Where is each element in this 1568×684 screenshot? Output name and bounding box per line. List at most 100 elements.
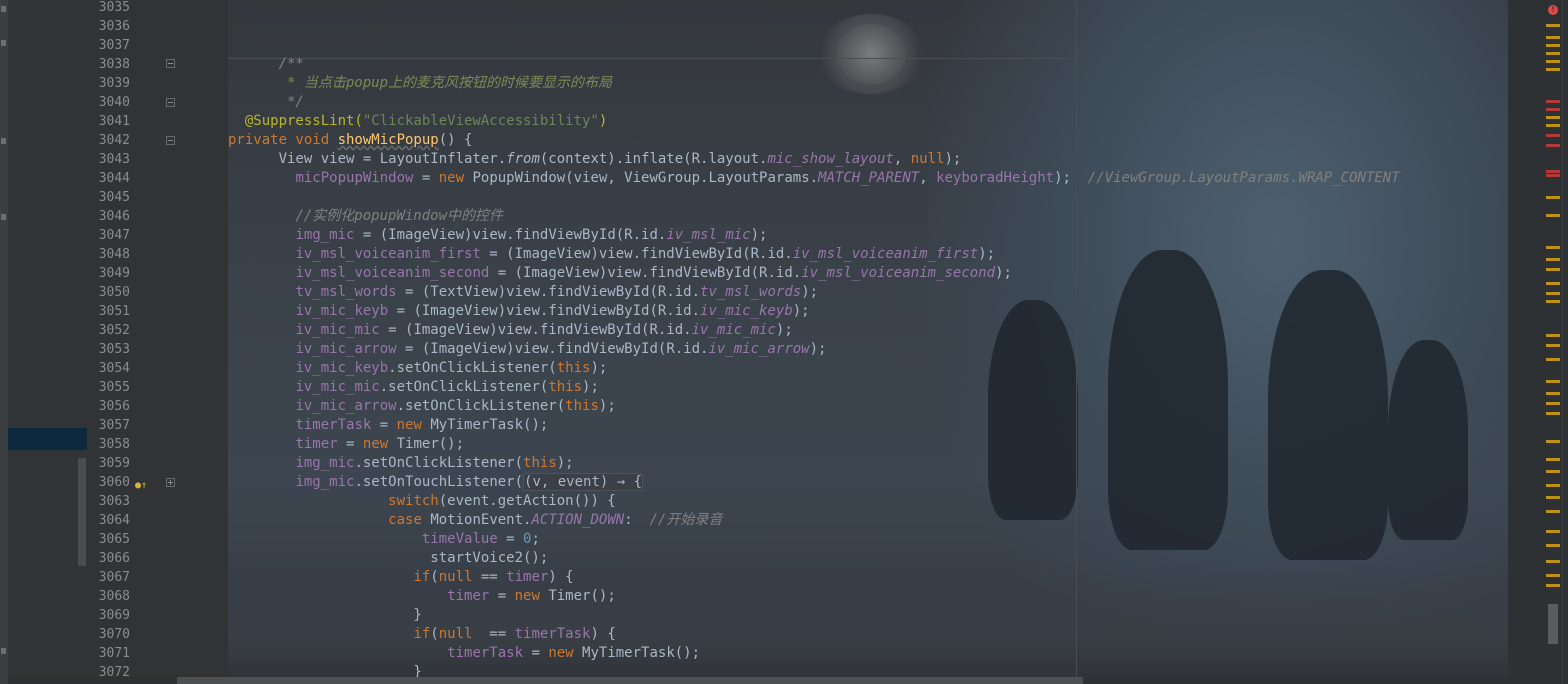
code-line[interactable]: img_mic = (ImageView)view.findViewById(R… xyxy=(228,226,1508,245)
code-token: (event.getAction()) { xyxy=(438,493,616,509)
stripe-marker[interactable] xyxy=(1546,470,1560,473)
code-line[interactable]: iv_msl_voiceanim_second = (ImageView)vie… xyxy=(228,264,1508,283)
code-line[interactable]: timer = new Timer(); xyxy=(228,435,1508,454)
code-line[interactable]: } xyxy=(228,606,1508,625)
code-lines[interactable]: /** * 当点击popup上的麦克风按钮的时候要显示的布局 */ @Suppr… xyxy=(228,0,1508,682)
stripe-marker[interactable] xyxy=(1546,196,1560,199)
stripe-marker[interactable] xyxy=(1546,412,1560,415)
code-line[interactable]: iv_msl_voiceanim_first = (ImageView)view… xyxy=(228,245,1508,264)
stripe-marker[interactable] xyxy=(1546,134,1560,137)
code-line[interactable]: iv_mic_arrow.setOnClickListener(this); xyxy=(228,397,1508,416)
stripe-marker[interactable] xyxy=(1546,268,1560,271)
stripe-marker[interactable] xyxy=(1546,36,1560,39)
stripe-marker[interactable] xyxy=(1546,334,1560,337)
code-token: = (TextView)view.findViewById(R.id. xyxy=(396,284,701,300)
error-stripe[interactable]: ! xyxy=(1508,0,1568,684)
stripe-marker[interactable] xyxy=(1546,344,1560,347)
stripe-marker[interactable] xyxy=(1546,584,1560,587)
code-line[interactable]: iv_mic_mic = (ImageView)view.findViewByI… xyxy=(228,321,1508,340)
code-token: private void xyxy=(228,132,338,148)
stripe-marker[interactable] xyxy=(1546,170,1560,173)
code-line[interactable]: * 当点击popup上的麦克风按钮的时候要显示的布局 xyxy=(228,74,1508,93)
stripe-marker[interactable] xyxy=(1546,60,1560,63)
stripe-marker[interactable] xyxy=(1546,282,1560,285)
stripe-marker[interactable] xyxy=(1546,458,1560,461)
code-line[interactable]: iv_mic_arrow = (ImageView)view.findViewB… xyxy=(228,340,1508,359)
stripe-marker[interactable] xyxy=(1546,258,1560,261)
stripe-marker[interactable] xyxy=(1546,246,1560,249)
code-line[interactable]: startVoice2(); xyxy=(228,549,1508,568)
selected-panel-row[interactable] xyxy=(8,428,87,450)
expand-fold-marker[interactable] xyxy=(166,478,175,487)
code-line[interactable]: //实例化popupWindow中的控件 xyxy=(228,207,1508,226)
code-line[interactable] xyxy=(228,36,1508,55)
structure-panel[interactable] xyxy=(8,0,87,684)
code-line[interactable]: /** xyxy=(228,55,1508,74)
code-token: ); xyxy=(792,303,810,319)
fold-marker[interactable] xyxy=(166,136,175,145)
vertical-scrollbar-thumb[interactable] xyxy=(1548,604,1558,644)
stripe-marker[interactable] xyxy=(1546,380,1560,383)
stripe-marker[interactable] xyxy=(1546,392,1560,395)
stripe-marker[interactable] xyxy=(1546,214,1560,217)
stripe-marker[interactable] xyxy=(1546,174,1560,177)
stripe-marker[interactable] xyxy=(1546,116,1560,119)
stripe-marker[interactable] xyxy=(1546,100,1560,103)
horizontal-scrollbar-thumb[interactable] xyxy=(177,677,1083,684)
code-line[interactable]: timeValue = 0; xyxy=(228,530,1508,549)
stripe-marker[interactable] xyxy=(1546,144,1560,147)
code-line[interactable]: iv_mic_keyb = (ImageView)view.findViewBy… xyxy=(228,302,1508,321)
stripe-marker[interactable] xyxy=(1546,530,1560,533)
stripe-marker[interactable] xyxy=(1546,440,1560,443)
stripe-marker[interactable] xyxy=(1546,24,1560,27)
line-number: 3043 xyxy=(98,152,130,167)
stripe-marker[interactable] xyxy=(1546,544,1560,547)
stripe-marker[interactable] xyxy=(1546,496,1560,499)
line-number: 3055 xyxy=(98,380,130,395)
code-line[interactable]: timerTask = new MyTimerTask(); xyxy=(228,416,1508,435)
code-line[interactable]: View view = LayoutInflater.from(context)… xyxy=(228,150,1508,169)
stripe-marker[interactable] xyxy=(1546,484,1560,487)
panel-scrollbar[interactable] xyxy=(78,458,86,566)
code-line[interactable]: switch(event.getAction()) { xyxy=(228,492,1508,511)
stripe-marker[interactable] xyxy=(1546,510,1560,513)
stripe-marker[interactable] xyxy=(1546,402,1560,405)
code-token: null xyxy=(438,569,473,585)
code-token: case xyxy=(388,512,431,528)
code-line[interactable]: if(null == timer) { xyxy=(228,568,1508,587)
stripe-marker[interactable] xyxy=(1546,124,1560,127)
code-line[interactable]: case MotionEvent.ACTION_DOWN: //开始录音 xyxy=(228,511,1508,530)
code-line[interactable]: if(null == timerTask) { xyxy=(228,625,1508,644)
stripe-marker[interactable] xyxy=(1546,108,1560,111)
code-line[interactable] xyxy=(228,17,1508,36)
code-line[interactable]: img_mic.setOnClickListener(this); xyxy=(228,454,1508,473)
error-icon[interactable]: ! xyxy=(1548,5,1558,15)
code-line[interactable]: iv_mic_keyb.setOnClickListener(this); xyxy=(228,359,1508,378)
override-method-icon[interactable]: ●↑ xyxy=(135,480,149,492)
line-number: 3038 xyxy=(98,57,130,72)
code-line[interactable] xyxy=(228,188,1508,207)
code-line[interactable]: tv_msl_words = (TextView)view.findViewBy… xyxy=(228,283,1508,302)
fold-marker[interactable] xyxy=(166,98,175,107)
stripe-marker[interactable] xyxy=(1546,560,1560,563)
code-line[interactable]: */ xyxy=(228,93,1508,112)
stripe-marker[interactable] xyxy=(1546,52,1560,55)
stripe-marker[interactable] xyxy=(1546,44,1560,47)
code-line[interactable]: @SuppressLint("ClickableViewAccessibilit… xyxy=(228,112,1508,131)
stripe-marker[interactable] xyxy=(1546,300,1560,303)
code-token: ) { xyxy=(590,626,616,642)
stripe-marker[interactable] xyxy=(1546,68,1560,71)
editor-gutter[interactable]: 3035 3036 3037 3038 3039 3040 3041 3042 3043 3044… xyxy=(87,0,228,684)
code-line[interactable]: iv_mic_mic.setOnClickListener(this); xyxy=(228,378,1508,397)
code-line[interactable]: private void showMicPopup() { xyxy=(228,131,1508,150)
code-token: iv_msl_voiceanim_first xyxy=(295,246,481,262)
stripe-marker[interactable] xyxy=(1546,292,1560,295)
code-line[interactable]: timerTask = new MyTimerTask(); xyxy=(228,644,1508,663)
stripe-marker[interactable] xyxy=(1546,358,1560,361)
stripe-marker[interactable] xyxy=(1546,574,1560,577)
code-line[interactable]: timer = new Timer(); xyxy=(228,587,1508,606)
code-line[interactable] xyxy=(228,0,1508,17)
fold-marker[interactable] xyxy=(166,59,175,68)
code-line[interactable]: img_mic.setOnTouchListener((v, event) → … xyxy=(228,473,1508,492)
code-line[interactable]: micPopupWindow = new PopupWindow(view, V… xyxy=(228,169,1508,188)
